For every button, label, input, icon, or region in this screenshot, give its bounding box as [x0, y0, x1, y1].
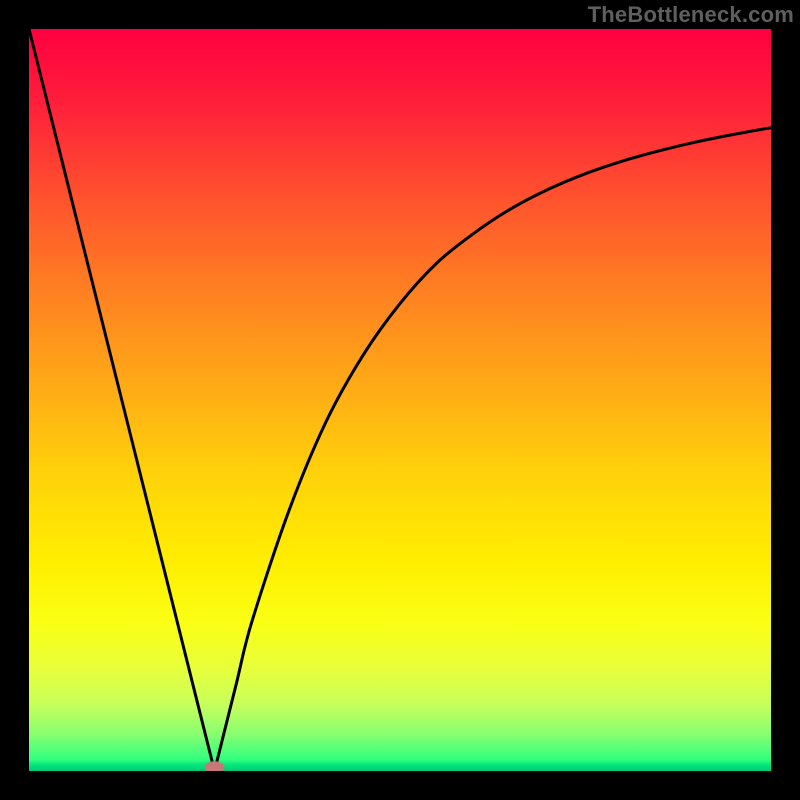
bottleneck-chart: [29, 29, 771, 771]
attribution-label: TheBottleneck.com: [588, 2, 794, 28]
chart-frame: TheBottleneck.com: [0, 0, 800, 800]
chart-background: [29, 29, 771, 771]
